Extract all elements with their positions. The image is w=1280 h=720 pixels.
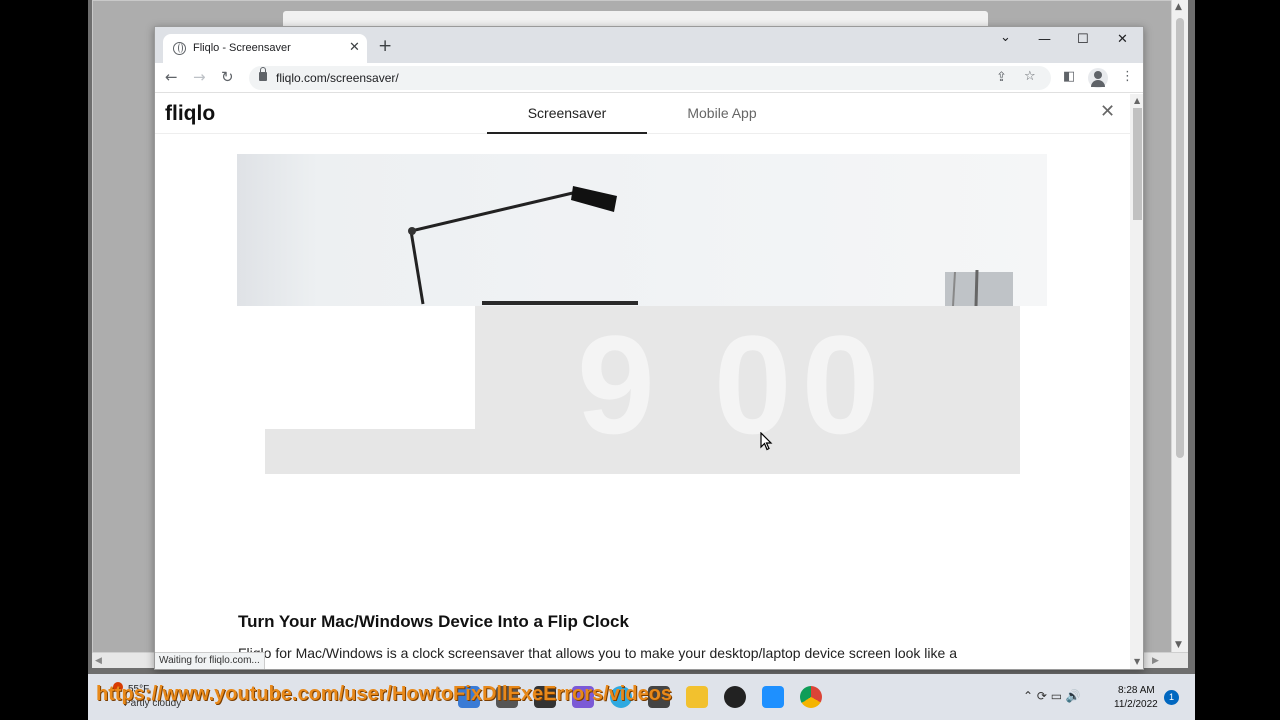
page-scrollbar[interactable]: ▲ ▼ (1130, 94, 1143, 669)
browser-menu-icon[interactable]: ⋮ (1121, 69, 1134, 84)
flip-clock-digits: 9 00 (577, 306, 890, 463)
tab-screensaver[interactable]: Screensaver (487, 94, 647, 134)
browser-window: Fliqlo - Screensaver ✕ + ⌄ — ☐ ✕ ← → ↻ f… (154, 26, 1144, 670)
chrome-icon[interactable] (800, 686, 822, 708)
tab-title: Fliqlo - Screensaver (193, 42, 291, 54)
bookmark-star-icon[interactable]: ☆ (1024, 69, 1036, 84)
media-player-icon[interactable] (724, 686, 746, 708)
section-heading: Turn Your Mac/Windows Device Into a Flip… (238, 612, 629, 631)
back-button[interactable]: ← (165, 68, 178, 86)
tab-strip: Fliqlo - Screensaver ✕ + ⌄ — ☐ ✕ (155, 27, 1143, 63)
file-explorer-icon[interactable] (686, 686, 708, 708)
taskbar-date[interactable]: 11/2/2022 (1114, 699, 1158, 710)
maximize-button[interactable]: ☐ (1077, 32, 1089, 47)
browser-toolbar: ← → ↻ fliqlo.com/screensaver/ ⇪ ☆ ◧ ⋮ (155, 63, 1143, 93)
system-tray-icons[interactable]: ⌃ ⟳ ▭ 🔊 (1023, 689, 1081, 703)
desk-surface (265, 429, 480, 474)
scroll-left-icon[interactable]: ◀ (95, 656, 102, 666)
reload-button[interactable]: ↻ (221, 68, 234, 86)
profile-avatar[interactable] (1088, 68, 1108, 88)
site-logo[interactable]: fliqlo (165, 102, 215, 126)
forward-button[interactable]: → (193, 68, 206, 86)
tab-close-icon[interactable]: ✕ (349, 40, 360, 55)
taskbar: 55°F Partly cloudy https://www.youtube.c… (88, 674, 1195, 720)
site-header: fliqlo Screensaver Mobile App ✕ (155, 94, 1130, 134)
hero-image: 9 00 (237, 154, 1047, 496)
page-scroll-thumb[interactable] (1133, 108, 1142, 220)
section-paragraph: Fliqlo for Mac/Windows is a clock screen… (238, 645, 957, 661)
scroll-right-icon[interactable]: ▶ (1152, 656, 1159, 666)
globe-icon (173, 42, 186, 55)
channel-watermark: https://www.youtube.com/user/HowtoFixDll… (96, 683, 673, 705)
app-icon-3[interactable] (762, 686, 784, 708)
share-icon[interactable]: ⇪ (996, 70, 1007, 85)
page-viewport: fliqlo Screensaver Mobile App ✕ 9 00 Tur… (155, 94, 1130, 669)
mouse-cursor-icon (760, 431, 774, 457)
scroll-down-icon[interactable]: ▼ (1175, 640, 1182, 650)
desktop-screen: ▲ ▼ ◀ ▶ Fliqlo - Screensaver ✕ + ⌄ — ☐ ✕… (88, 0, 1195, 720)
address-bar[interactable]: fliqlo.com/screensaver/ ⇪ ☆ (249, 66, 1051, 90)
tab-mobile-app[interactable]: Mobile App (647, 94, 797, 134)
browser-tab[interactable]: Fliqlo - Screensaver ✕ (163, 34, 367, 63)
side-panel-icon[interactable]: ◧ (1063, 69, 1075, 84)
lock-icon[interactable] (259, 67, 267, 81)
url-text[interactable]: fliqlo.com/screensaver/ (276, 71, 399, 85)
notification-badge[interactable]: 1 (1164, 690, 1179, 705)
tab-search-icon[interactable]: ⌄ (1000, 30, 1011, 45)
loading-status: Waiting for fliqlo.com... (155, 652, 265, 669)
close-icon[interactable]: ✕ (1100, 101, 1115, 122)
window-close-button[interactable]: ✕ (1117, 32, 1128, 47)
new-tab-button[interactable]: + (378, 36, 392, 56)
minimize-button[interactable]: — (1038, 32, 1051, 47)
taskbar-time[interactable]: 8:28 AM (1118, 685, 1155, 696)
background-scrollbar[interactable]: ▲ ▼ (1171, 0, 1188, 668)
background-scroll-thumb[interactable] (1176, 18, 1184, 458)
desk-lamp-icon (408, 186, 1013, 307)
scroll-up-icon[interactable]: ▲ (1175, 2, 1182, 12)
scroll-down-icon[interactable]: ▼ (1134, 657, 1140, 666)
scroll-up-icon[interactable]: ▲ (1134, 96, 1140, 105)
